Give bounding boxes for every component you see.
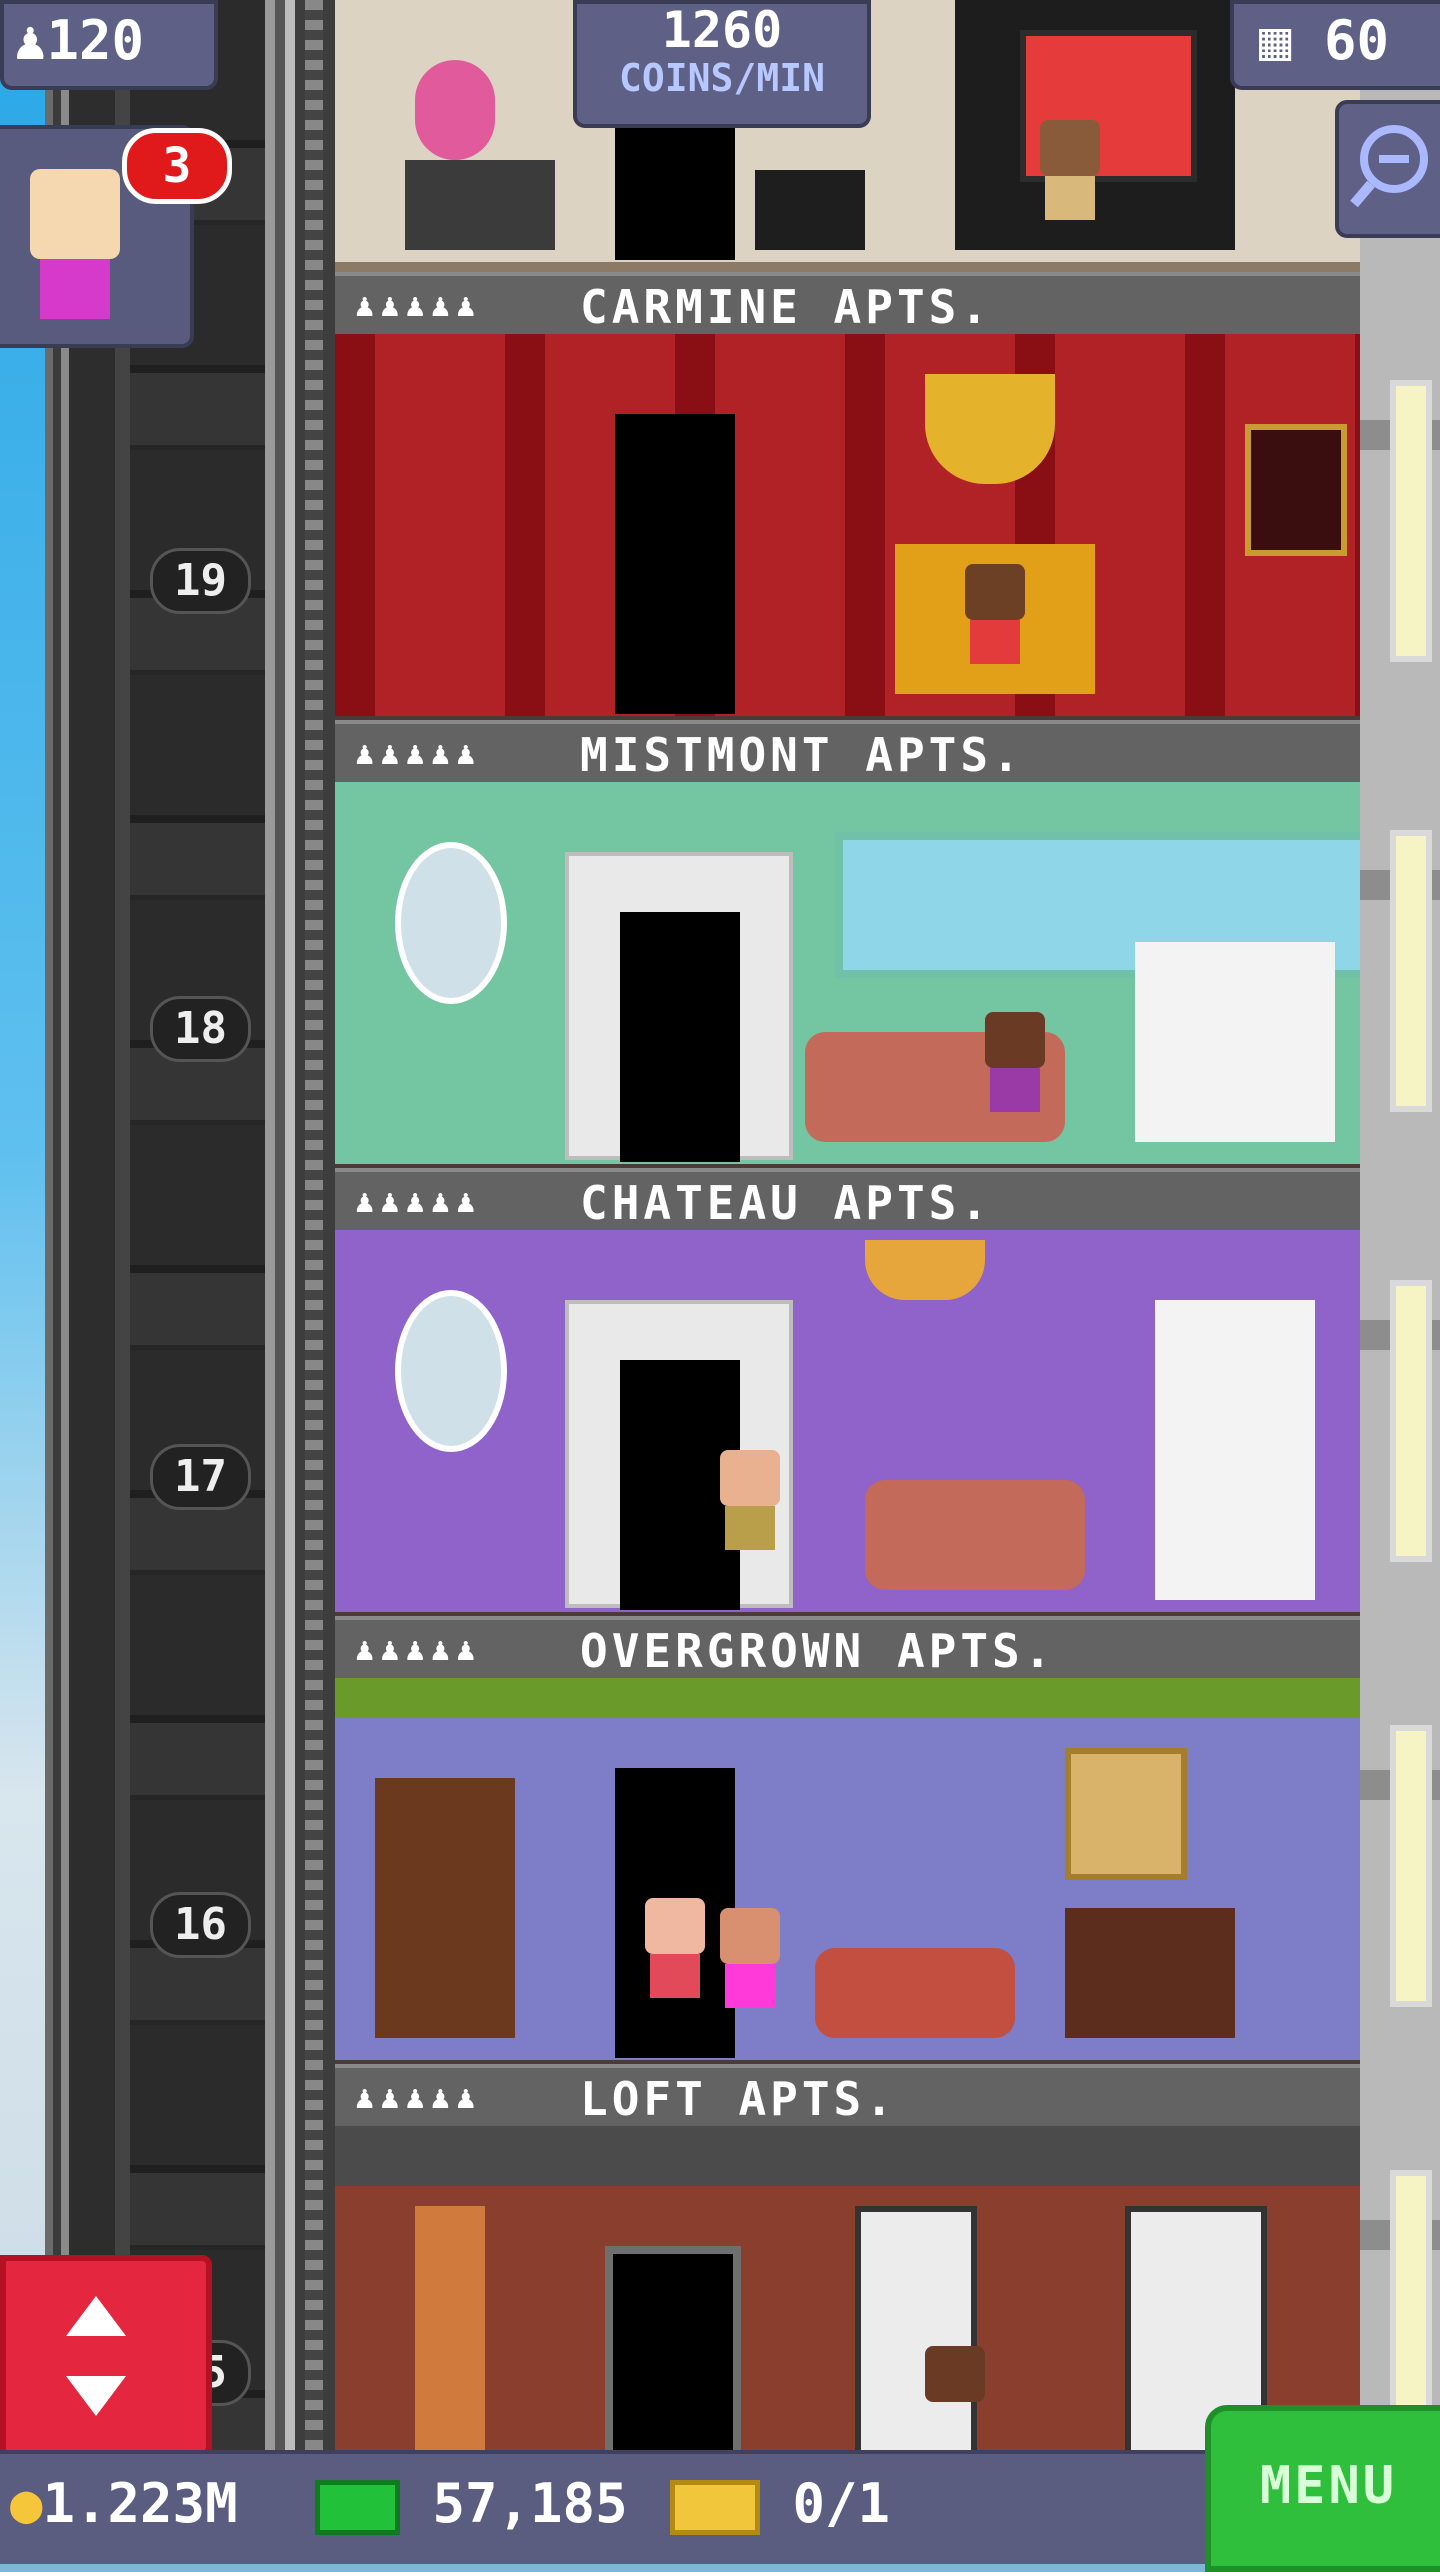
floor-name: OVERGROWN APTS. bbox=[580, 1624, 1056, 1678]
tower-window bbox=[1390, 380, 1432, 662]
ceiling bbox=[335, 2126, 1360, 2186]
floors-value: 60 bbox=[1324, 9, 1390, 72]
room-mistmont[interactable] bbox=[335, 782, 1360, 1174]
coins-rate-unit: COINS/MIN bbox=[619, 56, 825, 100]
zoom-out-icon bbox=[1350, 125, 1428, 208]
floor-label-overgrown[interactable]: ♟♟♟♟♟ OVERGROWN APTS. bbox=[335, 1616, 1360, 1682]
floor-number-17: 17 bbox=[150, 1444, 251, 1510]
room-door[interactable] bbox=[605, 2246, 741, 2450]
floor-label-loft[interactable]: ♟♟♟♟♟ LOFT APTS. bbox=[335, 2064, 1360, 2130]
floor-rating: ♟♟♟♟♟ bbox=[355, 1630, 482, 1668]
painting bbox=[1065, 1748, 1187, 1880]
fireplace bbox=[1065, 1908, 1235, 2038]
bux-icon bbox=[315, 2479, 400, 2535]
vip-value: 0/1 bbox=[792, 2472, 891, 2535]
floor-counter[interactable]: ▦ 60 bbox=[1230, 0, 1440, 90]
elevator-rail-left bbox=[45, 0, 115, 2450]
room-door[interactable] bbox=[615, 414, 735, 714]
bux-value: 57,185 bbox=[432, 2472, 628, 2535]
up-down-arrow-icon bbox=[66, 2296, 126, 2416]
floor-rating: ♟♟♟♟♟ bbox=[355, 1182, 482, 1220]
floor-label-carmine[interactable]: ♟♟♟♟♟ CARMINE APTS. bbox=[335, 272, 1360, 338]
bux-counter[interactable]: 57,185 bbox=[315, 2472, 628, 2535]
person-icon: ♟ bbox=[14, 9, 47, 72]
room-loft[interactable] bbox=[335, 2126, 1360, 2450]
floor-number-19: 19 bbox=[150, 548, 251, 614]
tower-window bbox=[1390, 1280, 1432, 1562]
floor-label-chateau[interactable]: ♟♟♟♟♟ CHATEAU APTS. bbox=[335, 1168, 1360, 1234]
coins-rate-display[interactable]: 1260 COINS/MIN bbox=[573, 0, 871, 128]
pillar bbox=[415, 2206, 485, 2450]
room-carmine[interactable] bbox=[335, 334, 1360, 726]
coins-counter[interactable]: ●1.223M bbox=[10, 2472, 238, 2535]
bitizen[interactable] bbox=[965, 564, 1025, 694]
floor-name: MISTMONT APTS. bbox=[580, 728, 1024, 782]
floor-rating: ♟♟♟♟♟ bbox=[355, 286, 482, 324]
elevator-button[interactable] bbox=[0, 2255, 212, 2457]
floor-name: CARMINE APTS. bbox=[580, 280, 993, 334]
bitizen[interactable] bbox=[985, 1012, 1045, 1142]
tower-window bbox=[1390, 830, 1432, 1112]
coins-value: 1.223M bbox=[42, 2472, 238, 2535]
fridge bbox=[1135, 942, 1335, 1142]
bitizen-avatar-body bbox=[40, 259, 110, 319]
bookshelf bbox=[375, 1778, 515, 2038]
elevator-rail-right bbox=[265, 0, 335, 2450]
mirror bbox=[395, 842, 507, 1004]
floor-rating: ♟♟♟♟♟ bbox=[355, 2078, 482, 2116]
bitizen[interactable] bbox=[1040, 120, 1100, 250]
population-counter[interactable]: ♟120 bbox=[0, 0, 218, 90]
bitizen[interactable] bbox=[720, 1450, 780, 1580]
painting bbox=[1245, 424, 1347, 556]
room-overgrown[interactable] bbox=[335, 1678, 1360, 2070]
menu-button[interactable]: MENU bbox=[1205, 2405, 1440, 2572]
zoom-button[interactable] bbox=[1335, 100, 1440, 238]
chandelier bbox=[865, 1240, 985, 1300]
coin-icon: ● bbox=[10, 2472, 43, 2535]
floor-label-mistmont[interactable]: ♟♟♟♟♟ MISTMONT APTS. bbox=[335, 720, 1360, 786]
notification-badge: 3 bbox=[122, 128, 232, 204]
mirror bbox=[395, 1290, 507, 1452]
wall-pattern bbox=[335, 334, 1360, 716]
chandelier bbox=[925, 374, 1055, 484]
bitizen-avatar bbox=[30, 169, 120, 259]
bitizen[interactable] bbox=[720, 1908, 780, 2038]
bitizen[interactable] bbox=[645, 1898, 705, 2028]
elevator-chain bbox=[305, 0, 323, 2450]
cabinet bbox=[1155, 1300, 1315, 1600]
vip-counter[interactable]: 0/1 bbox=[670, 2472, 890, 2535]
table bbox=[405, 160, 555, 250]
elevator-track[interactable] bbox=[130, 0, 265, 2450]
room-door[interactable] bbox=[620, 912, 740, 1162]
speaker bbox=[755, 170, 865, 250]
bitizen[interactable] bbox=[925, 2346, 985, 2450]
floor-number-18: 18 bbox=[150, 996, 251, 1062]
sofa bbox=[865, 1480, 1085, 1590]
vip-ticket-icon bbox=[670, 2479, 760, 2535]
flowers bbox=[415, 60, 495, 160]
population-value: 120 bbox=[46, 9, 145, 72]
building-icon: ▦ bbox=[1259, 9, 1292, 72]
floor-number-16: 16 bbox=[150, 1892, 251, 1958]
coins-rate-value: 1260 bbox=[661, 1, 783, 59]
vines bbox=[335, 1678, 1360, 1718]
tower-window bbox=[1390, 1725, 1432, 2007]
room-chateau[interactable] bbox=[335, 1230, 1360, 1622]
tower-right-wall bbox=[1360, 0, 1440, 2450]
room-door[interactable] bbox=[615, 120, 735, 260]
floor-name: LOFT APTS. bbox=[580, 2072, 897, 2126]
floor-rating: ♟♟♟♟♟ bbox=[355, 734, 482, 772]
floor-name: CHATEAU APTS. bbox=[580, 1176, 993, 1230]
sofa bbox=[815, 1948, 1015, 2038]
